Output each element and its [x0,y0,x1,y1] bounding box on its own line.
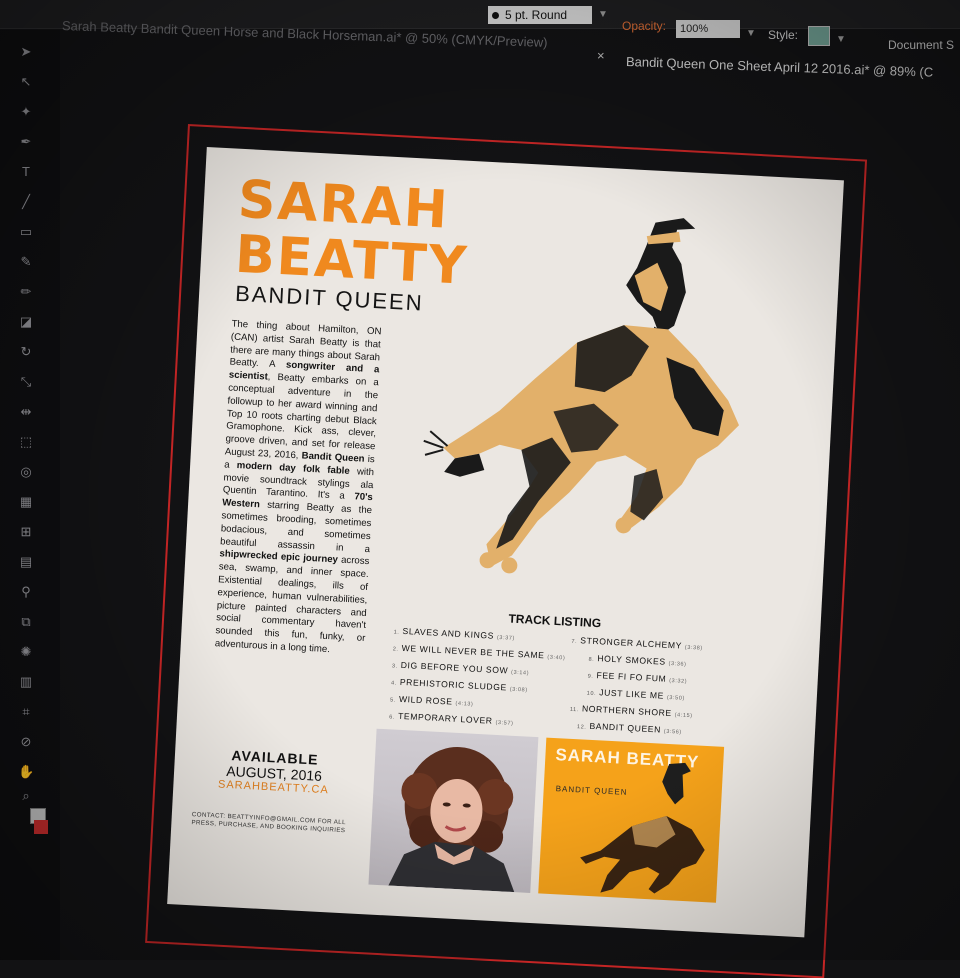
column-graph-icon[interactable]: ▥ [18,674,34,690]
chevron-down-icon[interactable]: ▼ [746,28,756,39]
rotate-tool-icon[interactable]: ↻ [18,344,34,360]
tools-panel: ➤ ↖ ✦ ✒ T ╱ ▭ ✎ ✏ ◪ ↻ ⤡ ⇹ ⬚ ◎ ▦ ⊞ ▤ ⚲ ⧉ … [0,30,60,960]
track-item: 5. WILD ROSE (4:13) [389,693,474,708]
hand-tool-icon[interactable]: ✋ [18,764,34,780]
track-item: 11. NORTHERN SHORE (4:15) [569,703,693,720]
bio-text: , Beatty embarks on a conceptual adventu… [224,371,379,462]
close-icon[interactable]: × [597,48,605,63]
eyedropper-tool-icon[interactable]: ⚲ [18,584,34,600]
contact-info: CONTACT: BEATTYINFO@GMAIL.COM FOR ALL PR… [191,811,346,835]
width-tool-icon[interactable]: ⇹ [18,404,34,420]
perspective-grid-icon[interactable]: ▦ [18,494,34,510]
track-item: 10. JUST LIKE ME (3:50) [586,687,686,702]
slice-tool-icon[interactable]: ⊘ [18,734,34,750]
stroke-color-swatch[interactable] [34,820,48,834]
type-tool-icon[interactable]: T [18,164,34,180]
cover-horse-icon [580,762,705,894]
brush-value: 5 pt. Round [505,8,568,22]
tab-one-sheet[interactable]: Bandit Queen One Sheet April 12 2016.ai*… [626,54,934,80]
mesh-tool-icon[interactable]: ⊞ [18,524,34,540]
opacity-input[interactable]: 100% [676,20,740,38]
gradient-tool-icon[interactable]: ▤ [18,554,34,570]
graphic-style-swatch[interactable] [808,26,830,46]
artist-photo [368,728,539,893]
direct-selection-tool-icon[interactable]: ↖ [18,74,34,90]
magic-wand-icon[interactable]: ✦ [18,104,34,120]
track-item: 7. STRONGER ALCHEMY (3:38) [571,635,703,652]
style-label: Style: [768,28,799,42]
brush-dot-icon [492,11,499,19]
availability-block: AVAILABLE AUGUST, 2016 SARAHBEATTY.CA [213,746,335,796]
scale-tool-icon[interactable]: ⤡ [18,374,34,390]
pen-tool-icon[interactable]: ✒ [18,134,34,150]
track-item: 6. TEMPORARY LOVER (3:57) [389,710,514,727]
track-item: 9. FEE FI FO FUM (3:32) [587,670,688,685]
shape-builder-icon[interactable]: ◎ [18,464,34,480]
line-tool-icon[interactable]: ╱ [18,194,34,210]
symbol-sprayer-icon[interactable]: ✺ [18,644,34,660]
free-transform-icon[interactable]: ⬚ [18,434,34,450]
chevron-down-icon[interactable]: ▼ [836,34,846,45]
bio-highlight: Bandit Queen [301,450,365,465]
eraser-tool-icon[interactable]: ◪ [18,314,34,330]
rectangle-tool-icon[interactable]: ▭ [18,224,34,240]
pencil-tool-icon[interactable]: ✏ [18,284,34,300]
selection-tool-icon[interactable]: ➤ [18,44,34,60]
artboard-canvas[interactable]: SARAH BEATTY BANDIT QUEEN The thing abou… [145,124,868,978]
portrait-illustration [388,747,515,893]
track-item: 8. HOLY SMOKES (3:36) [588,653,687,668]
album-cover-thumbnail: SARAH BEATTY BANDIT QUEEN [538,737,725,903]
zoom-tool-icon[interactable]: ⌕ [18,788,34,804]
blend-tool-icon[interactable]: ⧉ [18,614,34,630]
chevron-down-icon[interactable]: ▼ [598,9,608,20]
document-setup-button[interactable]: Document S [888,38,954,52]
track-item: 1. SLAVES AND KINGS (3:37) [393,625,516,642]
paintbrush-tool-icon[interactable]: ✎ [18,254,34,270]
bucking-horse-illustration [423,218,739,574]
bio-text: across sea, swamp, and inner space. Exis… [214,554,370,656]
track-listing-heading: TRACK LISTING [508,611,602,631]
artist-bio: The thing about Hamilton, ON (CAN) artis… [214,319,382,659]
brush-definition-dropdown[interactable]: 5 pt. Round [488,6,592,24]
one-sheet-page[interactable]: SARAH BEATTY BANDIT QUEEN The thing abou… [167,147,844,938]
track-item: 12. BANDIT QUEEN (3:56) [576,720,682,736]
artboard-tool-icon[interactable]: ⌗ [18,704,34,720]
opacity-label[interactable]: Opacity: [622,19,666,33]
